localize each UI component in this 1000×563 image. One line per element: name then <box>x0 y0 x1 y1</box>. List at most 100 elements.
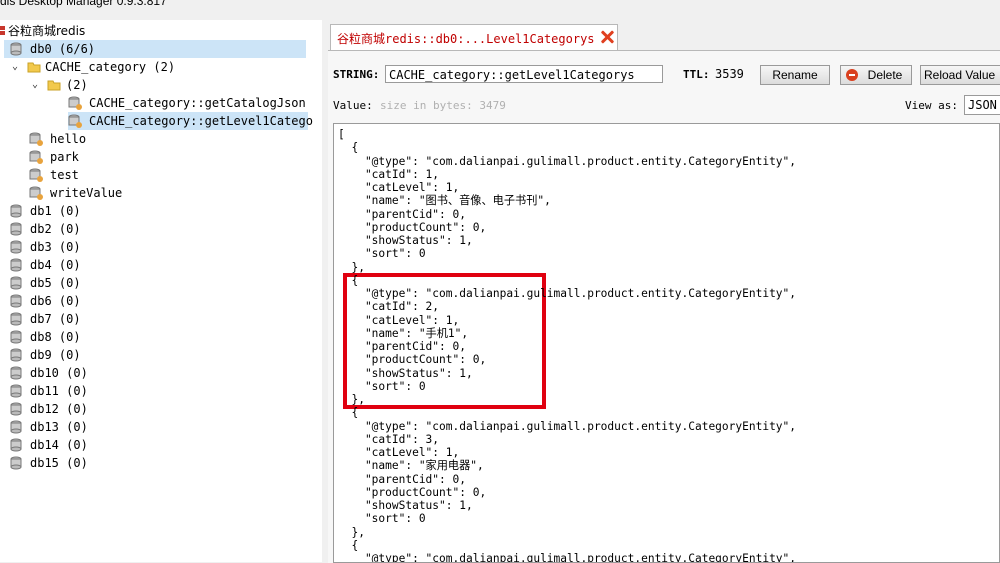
db-label: db13 (0) <box>30 420 88 434</box>
database-icon <box>10 258 22 272</box>
value-editor[interactable]: [ { "@type": "com.dalianpai.gulimall.pro… <box>333 123 1000 563</box>
tree-db-item[interactable]: db12 (0) <box>0 400 322 418</box>
db-label: db14 (0) <box>30 438 88 452</box>
database-icon <box>10 240 22 254</box>
key-label: test <box>50 168 79 182</box>
json-line: "productCount": 0, <box>338 220 487 234</box>
tree-db-item[interactable]: db11 (0) <box>0 382 322 400</box>
json-line: "sort": 0 <box>338 512 426 526</box>
json-line: { <box>338 273 359 287</box>
tree-connection[interactable]: 谷粒商城redis <box>0 22 322 40</box>
tree-key-test[interactable]: test <box>0 166 322 184</box>
key-label: CACHE_category::getLevel1Catego <box>89 114 313 128</box>
tree-db-item[interactable]: db8 (0) <box>0 328 322 346</box>
db-label: db10 (0) <box>30 366 88 380</box>
tab-key-view[interactable]: 谷粒商城redis::db0:...Level1Categorys <box>330 24 618 51</box>
tree-db-item[interactable]: db2 (0) <box>0 220 322 238</box>
connection-name: 谷粒商城redis <box>8 24 86 38</box>
key-db-icon <box>68 114 82 128</box>
json-line: "productCount": 0, <box>338 353 487 367</box>
close-icon[interactable] <box>599 29 615 45</box>
database-icon <box>10 204 22 218</box>
db-label: db11 (0) <box>30 384 88 398</box>
tree-db-item[interactable]: db15 (0) <box>0 454 322 472</box>
json-line: [ <box>338 128 345 141</box>
db-label: db8 (0) <box>30 330 81 344</box>
key-name-input[interactable]: CACHE_category::getLevel1Categorys <box>385 65 663 83</box>
json-line: "name": "手机1", <box>338 326 469 340</box>
chevron-down-icon[interactable]: ⌄ <box>29 76 41 94</box>
tree-key-hello[interactable]: hello <box>0 130 322 148</box>
key-db-icon <box>29 186 43 200</box>
connection-tree[interactable]: 谷粒商城redis db0 (6/6) ⌄ CACHE_category (2)… <box>0 20 323 562</box>
tree-db-item[interactable]: db10 (0) <box>0 364 322 382</box>
tree-db-item[interactable]: db4 (0) <box>0 256 322 274</box>
database-icon <box>10 384 22 398</box>
tree-key-getlevel1categorys[interactable]: CACHE_category::getLevel1Catego <box>0 112 322 130</box>
tree-db-item[interactable]: db3 (0) <box>0 238 322 256</box>
tree-db0[interactable]: db0 (6/6) <box>0 40 322 58</box>
window-title-bar: dis Desktop Manager 0.9.3.817 <box>0 0 1000 14</box>
db-label: db3 (0) <box>30 240 81 254</box>
key-db-icon <box>29 150 43 164</box>
json-line: "@type": "com.dalianpai.gulimall.product… <box>338 154 797 168</box>
ttl-label: TTL: <box>683 68 710 81</box>
database-icon <box>10 438 22 452</box>
delete-button[interactable]: Delete <box>840 65 912 85</box>
key-db-icon <box>29 132 43 146</box>
folder-icon <box>47 80 61 91</box>
json-line: "showStatus": 1, <box>338 234 473 247</box>
database-icon <box>10 276 22 290</box>
tree-key-park[interactable]: park <box>0 148 322 166</box>
database-icon <box>10 366 22 380</box>
json-line: "productCount": 0, <box>338 485 487 499</box>
tree-db-item[interactable]: db7 (0) <box>0 310 322 328</box>
tree-subfolder[interactable]: ⌄ (2) <box>0 76 322 94</box>
tree-db-item[interactable]: db9 (0) <box>0 346 322 364</box>
database-icon <box>10 294 22 308</box>
view-as-label: View as: <box>905 99 958 112</box>
tree-db-item[interactable]: db6 (0) <box>0 292 322 310</box>
json-line: }, <box>338 525 365 539</box>
key-label: park <box>50 150 79 164</box>
json-line: "@type": "com.dalianpai.gulimall.product… <box>338 552 797 563</box>
json-line: "catLevel": 1, <box>338 181 460 194</box>
json-line: { <box>338 141 359 155</box>
db-label: db7 (0) <box>30 312 81 326</box>
view-as-select[interactable]: JSON <box>964 95 1000 115</box>
tree-db-item[interactable]: db1 (0) <box>0 202 322 220</box>
reload-value-button[interactable]: Reload Value <box>920 65 1000 85</box>
key-db-icon <box>29 168 43 182</box>
json-line: "@type": "com.dalianpai.gulimall.product… <box>338 287 797 300</box>
json-line: { <box>338 406 359 420</box>
tree-db-item[interactable]: db5 (0) <box>0 274 322 292</box>
json-line: "parentCid": 0, <box>338 340 466 353</box>
database-icon <box>10 348 22 362</box>
db-label: db1 (0) <box>30 204 81 218</box>
database-icon <box>10 222 22 236</box>
json-line: "catId": 2, <box>338 300 440 314</box>
tab-title: 谷粒商城redis::db0:...Level1Categorys <box>337 32 595 46</box>
chevron-down-icon[interactable]: ⌄ <box>9 58 21 76</box>
database-icon <box>10 330 22 344</box>
db-label: db2 (0) <box>30 222 81 236</box>
database-icon <box>10 456 22 470</box>
tree-db-item[interactable]: db14 (0) <box>0 436 322 454</box>
rename-button[interactable]: Rename <box>760 65 830 85</box>
database-icon <box>10 312 22 326</box>
db-label: db15 (0) <box>30 456 88 470</box>
json-line: "catId": 3, <box>338 432 440 446</box>
json-line: "catLevel": 1, <box>338 313 460 327</box>
tree-key-writevalue[interactable]: writeValue <box>0 184 322 202</box>
delete-icon <box>846 69 858 81</box>
folder-icon <box>27 62 41 73</box>
json-line: "sort": 0 <box>338 379 426 393</box>
tree-key-getcatalogjson[interactable]: CACHE_category::getCatalogJson <box>0 94 322 112</box>
tree-db-item[interactable]: db13 (0) <box>0 418 322 436</box>
json-line: }, <box>338 393 365 406</box>
db0-label: db0 (6/6) <box>30 42 96 56</box>
key-label: writeValue <box>50 186 123 200</box>
tree-folder-cache-category[interactable]: ⌄ CACHE_category (2) <box>0 58 322 76</box>
json-line: "catId": 1, <box>338 167 440 181</box>
json-line: "showStatus": 1, <box>338 366 473 380</box>
